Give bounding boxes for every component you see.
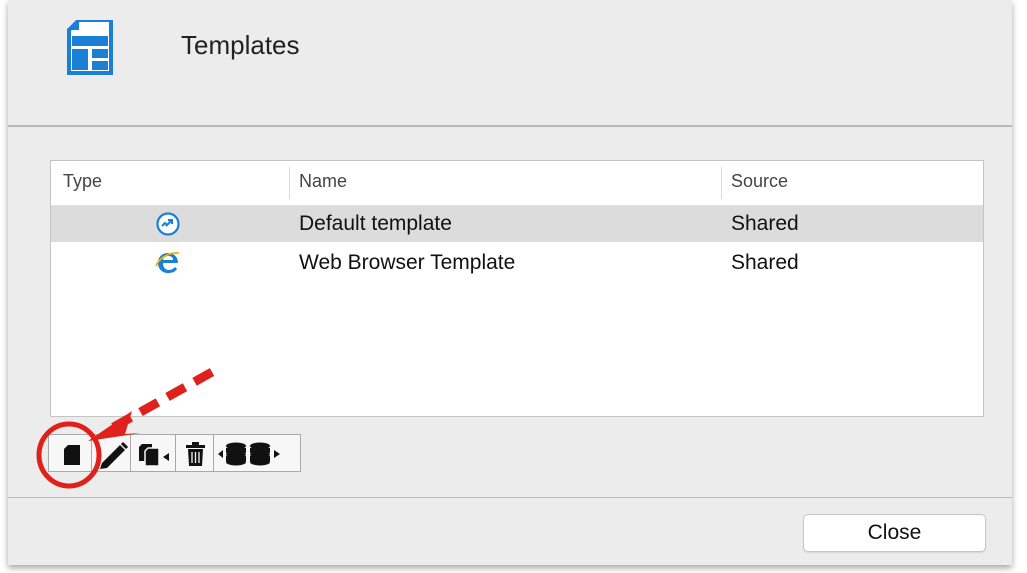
edit-template-button[interactable] xyxy=(91,434,131,472)
templates-table[interactable]: Type Name Source Default template Shared… xyxy=(50,160,984,417)
table-row[interactable]: Web Browser Template Shared xyxy=(51,245,983,281)
template-name: Default template xyxy=(299,212,452,235)
column-divider xyxy=(289,167,290,199)
column-header-name[interactable]: Name xyxy=(299,171,347,192)
duplicate-template-button[interactable] xyxy=(130,434,176,472)
dialog-title: Templates xyxy=(181,30,300,60)
column-header-type[interactable]: Type xyxy=(63,171,102,192)
dialog-header: Templates xyxy=(8,0,1012,125)
remote-desktop-icon xyxy=(156,212,180,236)
templates-dialog: Templates Type Name Source Default templ… xyxy=(8,0,1012,565)
header-divider xyxy=(8,125,1012,127)
template-source: Shared xyxy=(731,212,799,235)
import-export-icon xyxy=(218,442,280,466)
edit-template-icon xyxy=(100,441,129,469)
templates-icon xyxy=(67,20,113,75)
close-button[interactable]: Close xyxy=(803,514,986,552)
duplicate-template-icon xyxy=(139,444,169,467)
column-divider xyxy=(721,167,722,199)
column-header-source[interactable]: Source xyxy=(731,171,788,192)
delete-template-icon xyxy=(186,442,205,466)
delete-template-button[interactable] xyxy=(175,434,214,472)
template-name: Web Browser Template xyxy=(299,251,516,274)
web-browser-icon xyxy=(155,252,180,273)
table-header: Type Name Source xyxy=(51,161,983,206)
template-source: Shared xyxy=(731,251,799,274)
table-row[interactable]: Default template Shared xyxy=(51,206,983,242)
footer-divider xyxy=(8,497,1012,498)
import-export-button[interactable] xyxy=(213,434,301,472)
add-template-button[interactable] xyxy=(48,434,92,472)
add-template-icon xyxy=(64,445,80,465)
